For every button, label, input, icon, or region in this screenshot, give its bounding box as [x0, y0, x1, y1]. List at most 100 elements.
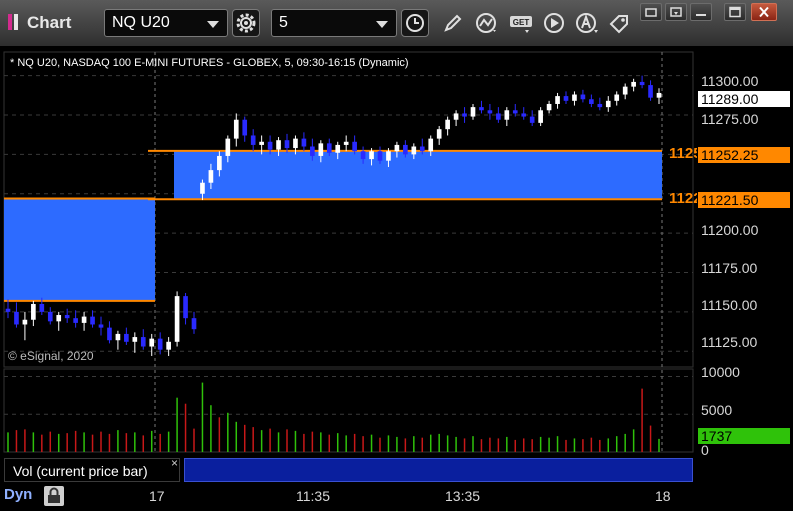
- candle-body: [132, 337, 138, 342]
- study-close-icon[interactable]: ×: [171, 456, 178, 470]
- candle-body: [622, 86, 628, 95]
- time-axis: [0, 483, 793, 510]
- candle-body: [293, 138, 298, 149]
- price-tick: 11125.00: [701, 334, 758, 350]
- candle-body: [14, 311, 19, 325]
- candle-body: [631, 81, 636, 87]
- candle-body: [343, 141, 349, 145]
- zone-low-label: 11221.50: [669, 190, 697, 207]
- candle-body: [605, 100, 611, 108]
- lock-icon: [48, 487, 60, 503]
- candle-body: [580, 94, 586, 100]
- candle-body: [301, 138, 307, 147]
- last-price-tag: 11289.00: [698, 91, 790, 107]
- candle-body: [39, 304, 45, 312]
- current-zone: [174, 150, 662, 200]
- candle-body: [538, 110, 543, 123]
- time-tick: 11:35: [296, 488, 330, 504]
- volume-tick: 0: [701, 442, 709, 458]
- study-label[interactable]: Vol (current price bar): [4, 458, 180, 482]
- candle-body: [81, 316, 87, 323]
- lock-button[interactable]: [44, 486, 64, 506]
- candle-body: [512, 110, 518, 114]
- current-volume-tag: 1737: [698, 428, 790, 444]
- candle-body: [73, 318, 78, 323]
- candle-body: [267, 141, 273, 150]
- candle-body: [419, 146, 425, 152]
- candle-body: [335, 144, 341, 153]
- candle-body: [639, 81, 645, 86]
- time-tick: 17: [149, 488, 165, 504]
- candle-body: [5, 308, 11, 312]
- zone-high-tag: 11252.25: [698, 147, 790, 163]
- candle-body: [521, 113, 527, 117]
- candle-body: [326, 143, 332, 153]
- price-tick: 11175.00: [701, 260, 758, 276]
- candle-body: [589, 99, 594, 104]
- candle-body: [436, 129, 442, 139]
- candle-body: [166, 341, 171, 350]
- candle-body: [529, 116, 535, 123]
- candle-body: [259, 141, 264, 145]
- candle-body: [369, 151, 374, 160]
- candle-body: [403, 144, 408, 155]
- candle-body: [183, 296, 188, 319]
- candle-body: [555, 96, 560, 104]
- volume-tick: 5000: [701, 402, 733, 418]
- candle-body: [614, 94, 620, 101]
- candle-body: [140, 337, 146, 347]
- prior-zone: [4, 198, 155, 301]
- candle-body: [411, 146, 417, 155]
- time-tick: 13:35: [445, 488, 481, 504]
- candle-body: [453, 113, 459, 120]
- candle-body: [124, 333, 129, 342]
- zone-low-tag: 11221.50: [698, 192, 790, 208]
- candle-body: [276, 140, 281, 150]
- candle-body: [360, 151, 366, 160]
- candle-body: [233, 119, 239, 139]
- zone-high-label: 11252.25: [669, 145, 697, 162]
- candle-body: [200, 182, 205, 194]
- candle-body: [648, 85, 653, 98]
- candle-body: [377, 151, 383, 161]
- candle-body: [56, 315, 62, 322]
- candle-body: [428, 138, 434, 152]
- candle-body: [572, 94, 577, 101]
- candle-body: [386, 151, 391, 161]
- price-chart[interactable]: [0, 0, 793, 510]
- dynamic-mode-label[interactable]: Dyn: [4, 486, 32, 503]
- candle-body: [470, 107, 476, 117]
- candle-body: [563, 96, 569, 101]
- price-tick: 11275.00: [701, 111, 759, 127]
- candle-body: [656, 92, 662, 98]
- time-tick: 18: [655, 488, 671, 504]
- candle-body: [107, 327, 112, 341]
- candle-body: [546, 103, 552, 111]
- candle-body: [31, 304, 36, 320]
- volume-tick: 10000: [701, 364, 740, 380]
- price-tick: 11150.00: [701, 297, 758, 313]
- candle-body: [174, 296, 180, 342]
- candle-body: [445, 119, 450, 130]
- price-tick: 11300.00: [701, 73, 759, 89]
- candle-body: [496, 113, 501, 120]
- candle-body: [115, 333, 121, 341]
- study-label-text: Vol (current price bar): [13, 463, 148, 479]
- candle-body: [250, 135, 256, 145]
- candle-body: [597, 103, 603, 108]
- candle-body: [479, 107, 484, 111]
- candle-body: [487, 110, 493, 114]
- candle-body: [64, 315, 70, 319]
- candle-body: [242, 119, 248, 136]
- candle-body: [22, 319, 28, 325]
- candle-body: [191, 318, 197, 330]
- chart-legend: * NQ U20, NASDAQ 100 E-MINI FUTURES - GL…: [10, 57, 409, 69]
- price-tick: 11200.00: [701, 222, 759, 238]
- candle-body: [310, 146, 315, 156]
- candle-body: [217, 155, 222, 171]
- candle-body: [462, 113, 467, 117]
- study-bar: [184, 458, 693, 482]
- volume-panel-frame: [3, 368, 694, 453]
- candle-body: [149, 338, 155, 347]
- copyright-label: © eSignal, 2020: [8, 349, 94, 363]
